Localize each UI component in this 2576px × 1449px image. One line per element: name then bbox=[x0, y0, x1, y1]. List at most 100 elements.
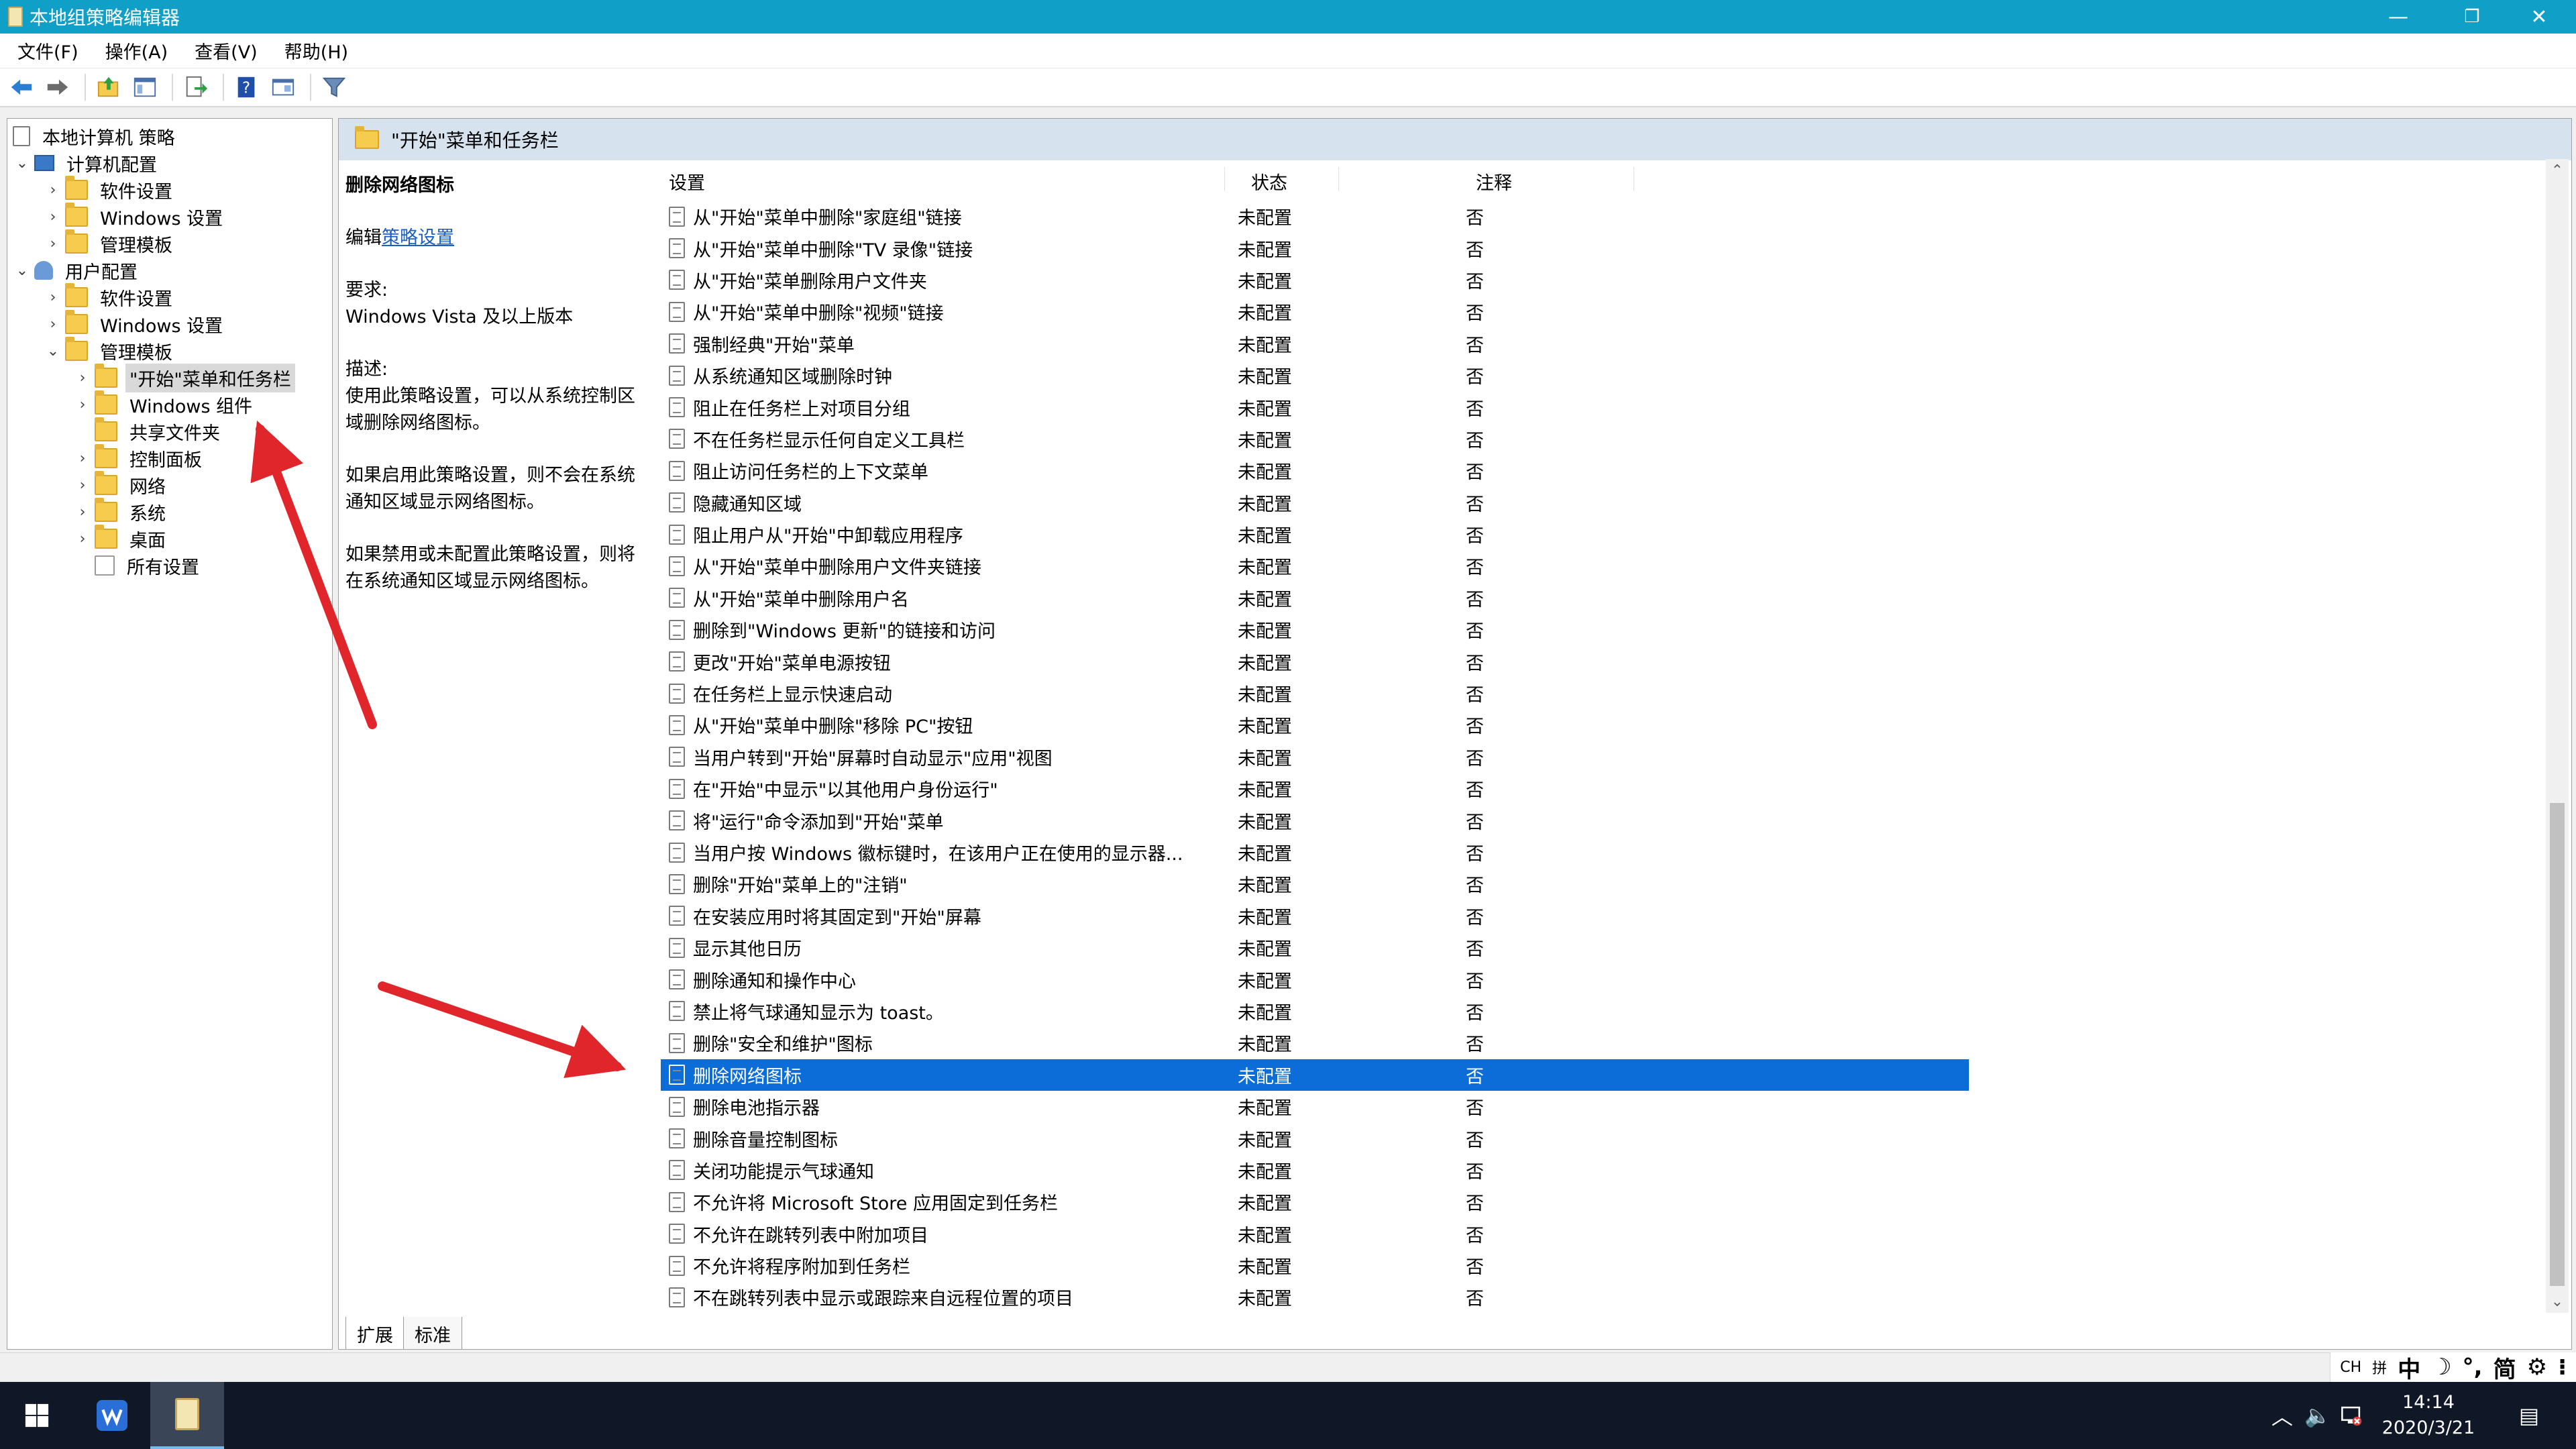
chevron-right-icon[interactable]: › bbox=[74, 498, 91, 525]
taskbar-gpedit-app[interactable] bbox=[150, 1382, 224, 1449]
policy-row[interactable]: 在安装应用时将其固定到"开始"屏幕 未配置 否 bbox=[661, 900, 1969, 932]
tree-start-taskbar[interactable]: › "开始"菜单和任务栏 bbox=[74, 363, 295, 392]
properties-icon[interactable] bbox=[267, 71, 299, 103]
policy-row[interactable]: 从"开始"菜单中删除"移除 PC"按钮 未配置 否 bbox=[661, 709, 1969, 741]
chevron-right-icon[interactable]: › bbox=[45, 203, 61, 230]
tree-computer-config[interactable]: ⌄ 计算机配置 bbox=[14, 150, 161, 176]
close-button[interactable]: ✕ bbox=[2502, 0, 2576, 34]
policy-row[interactable]: 从"开始"菜单中删除"TV 录像"链接 未配置 否 bbox=[661, 232, 1969, 264]
menu-help[interactable]: 帮助(H) bbox=[274, 34, 359, 68]
tree-user-windows[interactable]: › Windows 设置 bbox=[45, 310, 227, 337]
chevron-down-icon[interactable]: ⌄ bbox=[14, 150, 30, 176]
maximize-button[interactable]: ❐ bbox=[2435, 0, 2509, 34]
policy-row[interactable]: 关闭功能提示气球通知 未配置 否 bbox=[661, 1155, 1969, 1186]
policy-row[interactable]: 当用户按 Windows 徽标键时，在该用户正在使用的显示器... 未配置 否 bbox=[661, 837, 1969, 868]
ime-settings-icon[interactable]: ⚙ bbox=[2527, 1354, 2547, 1381]
tab-standard[interactable]: 标准 bbox=[403, 1317, 462, 1349]
tree-computer-software[interactable]: › 软件设置 bbox=[45, 176, 176, 203]
policy-row[interactable]: 不允许将 Microsoft Store 应用固定到任务栏 未配置 否 bbox=[661, 1186, 1969, 1218]
policy-row[interactable]: 从"开始"菜单中删除用户文件夹链接 未配置 否 bbox=[661, 550, 1969, 582]
column-header-comment[interactable]: 注释 bbox=[1476, 168, 1512, 195]
menu-view[interactable]: 查看(V) bbox=[184, 34, 268, 68]
tree-control-panel[interactable]: › 控制面板 bbox=[74, 444, 206, 472]
scrollbar-thumb[interactable] bbox=[2550, 803, 2565, 1286]
policy-row[interactable]: 将"运行"命令添加到"开始"菜单 未配置 否 bbox=[661, 804, 1969, 836]
policy-row[interactable]: 删除"安全和维护"图标 未配置 否 bbox=[661, 1027, 1969, 1059]
policy-row[interactable]: 删除通知和操作中心 未配置 否 bbox=[661, 963, 1969, 995]
chevron-right-icon[interactable]: › bbox=[74, 445, 91, 472]
minimize-button[interactable]: — bbox=[2361, 0, 2435, 34]
policy-row[interactable]: 强制经典"开始"菜单 未配置 否 bbox=[661, 328, 1969, 360]
taskbar-wps-app[interactable] bbox=[75, 1382, 149, 1449]
chevron-right-icon[interactable]: › bbox=[45, 284, 61, 311]
ime-simplified[interactable]: 简 bbox=[2493, 1351, 2516, 1384]
chevron-down-icon[interactable]: ⌄ bbox=[14, 257, 30, 284]
policy-row[interactable]: 阻止用户从"开始"中卸载应用程序 未配置 否 bbox=[661, 519, 1969, 550]
column-divider[interactable] bbox=[1338, 167, 1339, 191]
chevron-right-icon[interactable]: › bbox=[45, 311, 61, 337]
chevron-right-icon[interactable]: › bbox=[74, 364, 91, 391]
chevron-right-icon[interactable]: › bbox=[45, 230, 61, 257]
ime-punctuation-icon[interactable]: °, bbox=[2463, 1354, 2483, 1381]
ime-lang[interactable]: CH bbox=[2340, 1359, 2361, 1376]
vertical-scrollbar[interactable]: ⌃ ⌄ bbox=[2546, 159, 2569, 1313]
tree-user-config[interactable]: ⌄ 用户配置 bbox=[14, 257, 142, 284]
policy-row[interactable]: 在任务栏上显示快速启动 未配置 否 bbox=[661, 678, 1969, 709]
column-divider[interactable] bbox=[1224, 167, 1225, 191]
column-header-setting[interactable]: 设置 bbox=[669, 168, 705, 195]
tree-all-settings[interactable]: 所有设置 bbox=[95, 552, 203, 579]
volume-icon[interactable]: 🔈 bbox=[2301, 1382, 2334, 1449]
policy-row[interactable]: 删除"开始"菜单上的"注销" 未配置 否 bbox=[661, 868, 1969, 900]
policy-row[interactable]: 禁止将气球通知显示为 toast。 未配置 否 bbox=[661, 996, 1969, 1027]
tree-shared-folders[interactable]: 共享文件夹 bbox=[95, 417, 224, 445]
tree-root[interactable]: 本地计算机 策略 bbox=[13, 123, 179, 150]
help-icon[interactable]: ? bbox=[231, 71, 263, 103]
tree-user-admin[interactable]: ⌄ 管理模板 bbox=[45, 337, 176, 364]
export-list-icon[interactable] bbox=[180, 71, 212, 103]
policy-row[interactable]: 不在跳转列表中显示或跟踪来自远程位置的项目 未配置 否 bbox=[661, 1281, 1969, 1313]
policy-row[interactable]: 当用户转到"开始"屏幕时自动显示"应用"视图 未配置 否 bbox=[661, 741, 1969, 773]
ime-half-width-icon[interactable]: ☽ bbox=[2431, 1354, 2451, 1381]
policy-row[interactable]: 从"开始"菜单中删除"家庭组"链接 未配置 否 bbox=[661, 201, 1969, 232]
clock[interactable]: 14:14 2020/3/21 bbox=[2361, 1390, 2496, 1441]
ime-chinese[interactable]: 中 bbox=[2398, 1351, 2420, 1384]
policy-row[interactable]: 从"开始"菜单中删除用户名 未配置 否 bbox=[661, 582, 1969, 614]
policy-row[interactable]: 删除到"Windows 更新"的链接和访问 未配置 否 bbox=[661, 614, 1969, 645]
chevron-right-icon[interactable]: › bbox=[45, 176, 61, 203]
tree-windows-components[interactable]: › Windows 组件 bbox=[74, 390, 256, 418]
tree-user-software[interactable]: › 软件设置 bbox=[45, 283, 176, 311]
policy-row[interactable]: 不允许在跳转列表中附加项目 未配置 否 bbox=[661, 1218, 1969, 1250]
policy-row[interactable]: 显示其他日历 未配置 否 bbox=[661, 932, 1969, 963]
notification-center-icon[interactable]: ▤ bbox=[2502, 1382, 2556, 1449]
chevron-right-icon[interactable]: › bbox=[74, 472, 91, 498]
scroll-down-icon[interactable]: ⌄ bbox=[2546, 1290, 2569, 1313]
policy-row[interactable]: 隐藏通知区域 未配置 否 bbox=[661, 487, 1969, 519]
ime-pinyin[interactable]: 拼 bbox=[2372, 1356, 2387, 1378]
tree-computer-admin[interactable]: › 管理模板 bbox=[45, 229, 176, 257]
scroll-up-icon[interactable]: ⌃ bbox=[2546, 159, 2569, 182]
policy-row[interactable]: 从"开始"菜单中删除"视频"链接 未配置 否 bbox=[661, 296, 1969, 327]
filter-icon[interactable] bbox=[318, 71, 350, 103]
policy-row[interactable]: 删除电池指示器 未配置 否 bbox=[661, 1091, 1969, 1122]
chevron-down-icon[interactable]: ⌄ bbox=[45, 337, 61, 364]
chevron-right-icon[interactable]: › bbox=[74, 525, 91, 552]
show-hide-tree-icon[interactable] bbox=[129, 71, 161, 103]
column-header-state[interactable]: 状态 bbox=[1251, 168, 1287, 195]
chevron-right-icon[interactable]: › bbox=[74, 391, 91, 418]
policy-row[interactable]: 删除音量控制图标 未配置 否 bbox=[661, 1122, 1969, 1154]
up-folder-icon[interactable] bbox=[93, 71, 125, 103]
tree-desktop[interactable]: › 桌面 bbox=[74, 525, 170, 552]
policy-row[interactable]: 阻止在任务栏上对项目分组 未配置 否 bbox=[661, 391, 1969, 423]
menu-action[interactable]: 操作(A) bbox=[95, 34, 179, 68]
policy-row[interactable]: 在"开始"中显示"以其他用户身份运行" 未配置 否 bbox=[661, 773, 1969, 804]
tree-system[interactable]: › 系统 bbox=[74, 498, 170, 525]
policy-row[interactable]: 更改"开始"菜单电源按钮 未配置 否 bbox=[661, 645, 1969, 677]
policy-row[interactable]: 阻止访问任务栏的上下文菜单 未配置 否 bbox=[661, 455, 1969, 486]
policy-row[interactable]: 删除网络图标 未配置 否 bbox=[661, 1059, 1969, 1091]
back-icon[interactable] bbox=[5, 71, 38, 103]
edit-policy-link[interactable]: 策略设置 bbox=[382, 227, 454, 248]
ime-more-icon[interactable]: ⁝ bbox=[2558, 1354, 2567, 1381]
policy-row[interactable]: 不在任务栏显示任何自定义工具栏 未配置 否 bbox=[661, 423, 1969, 455]
tab-extended[interactable]: 扩展 bbox=[345, 1317, 405, 1349]
forward-icon[interactable] bbox=[42, 71, 74, 103]
